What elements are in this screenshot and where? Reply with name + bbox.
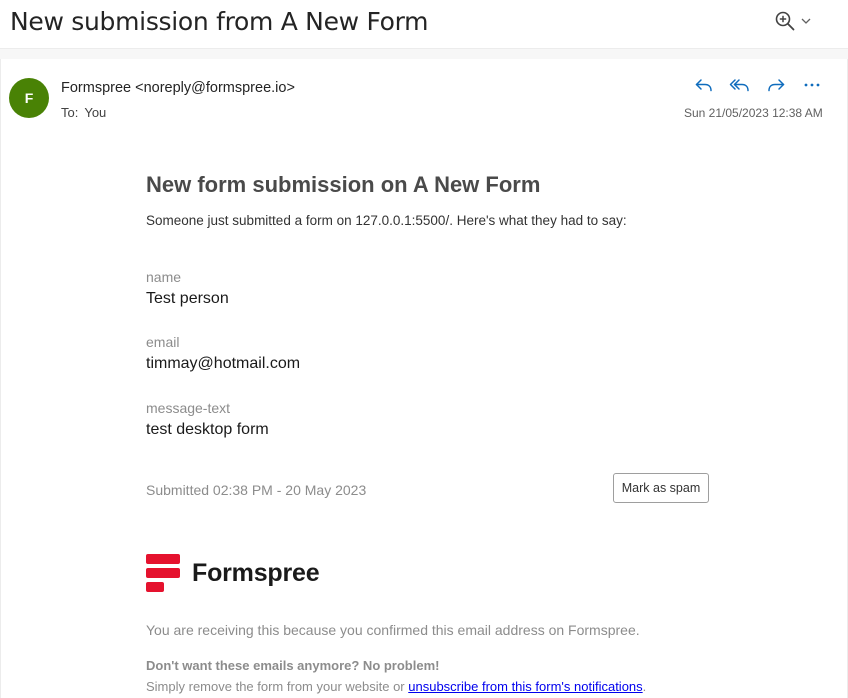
message-card <box>0 59 848 698</box>
footer-suffix: . <box>642 679 647 694</box>
more-icon <box>804 83 820 87</box>
message-actions <box>690 74 826 96</box>
subject-bar: New submission from A New Form <box>0 0 848 49</box>
field-value: Test person <box>146 290 229 307</box>
recipient-name[interactable]: You <box>84 105 106 120</box>
recipient-line: To: You <box>61 105 106 120</box>
reply-all-icon <box>729 79 749 92</box>
field-name: name Test person <box>146 269 229 308</box>
forward-button[interactable] <box>762 74 790 96</box>
footer-prefix: Simply remove the form from your website… <box>146 679 409 694</box>
formspree-wordmark: Formspree <box>192 558 320 587</box>
field-label: email <box>146 334 180 350</box>
reading-pane-gap <box>0 49 848 59</box>
field-label: message-text <box>146 400 231 416</box>
to-label: To: <box>61 105 79 120</box>
mark-as-spam-button[interactable]: Mark as spam <box>613 473 709 503</box>
formspree-logo-icon <box>146 554 180 592</box>
submitted-timestamp: Submitted 02:38 PM - 20 May 2023 <box>146 482 367 498</box>
reply-icon <box>695 79 712 92</box>
footer-unsubscribe-line: Simply remove the form from your website… <box>146 679 646 694</box>
email-title: New form submission on A New Form <box>146 172 541 197</box>
email-subject: New submission from A New Form <box>10 7 429 36</box>
field-value: test desktop form <box>146 421 269 438</box>
email-body: New form submission on A New Form Someon… <box>146 172 726 694</box>
email-intro: Someone just submitted a form on 127.0.0… <box>146 213 627 228</box>
more-actions-button[interactable] <box>798 74 826 96</box>
zoom-in-icon <box>774 10 796 37</box>
zoom-button[interactable] <box>774 10 822 36</box>
formspree-logo: Formspree <box>146 554 320 592</box>
field-value: timmay@hotmail.com <box>146 355 301 372</box>
reply-all-button[interactable] <box>726 74 754 96</box>
sender-avatar[interactable]: F <box>9 78 49 118</box>
field-label: name <box>146 269 182 285</box>
footer-heading: Don't want these emails anymore? No prob… <box>146 658 440 673</box>
reply-button[interactable] <box>690 74 718 96</box>
footer-notice: You are receiving this because you confi… <box>146 622 640 638</box>
sender-name[interactable]: Formspree <noreply@formspree.io> <box>61 80 295 96</box>
chevron-down-icon <box>800 14 812 32</box>
field-email: email timmay@hotmail.com <box>146 334 300 373</box>
unsubscribe-link[interactable]: unsubscribe from this form's notificatio… <box>408 679 642 694</box>
message-date: Sun 21/05/2023 12:38 AM <box>684 106 823 120</box>
forward-icon <box>768 79 785 92</box>
field-message: message-text test desktop form <box>146 400 269 439</box>
